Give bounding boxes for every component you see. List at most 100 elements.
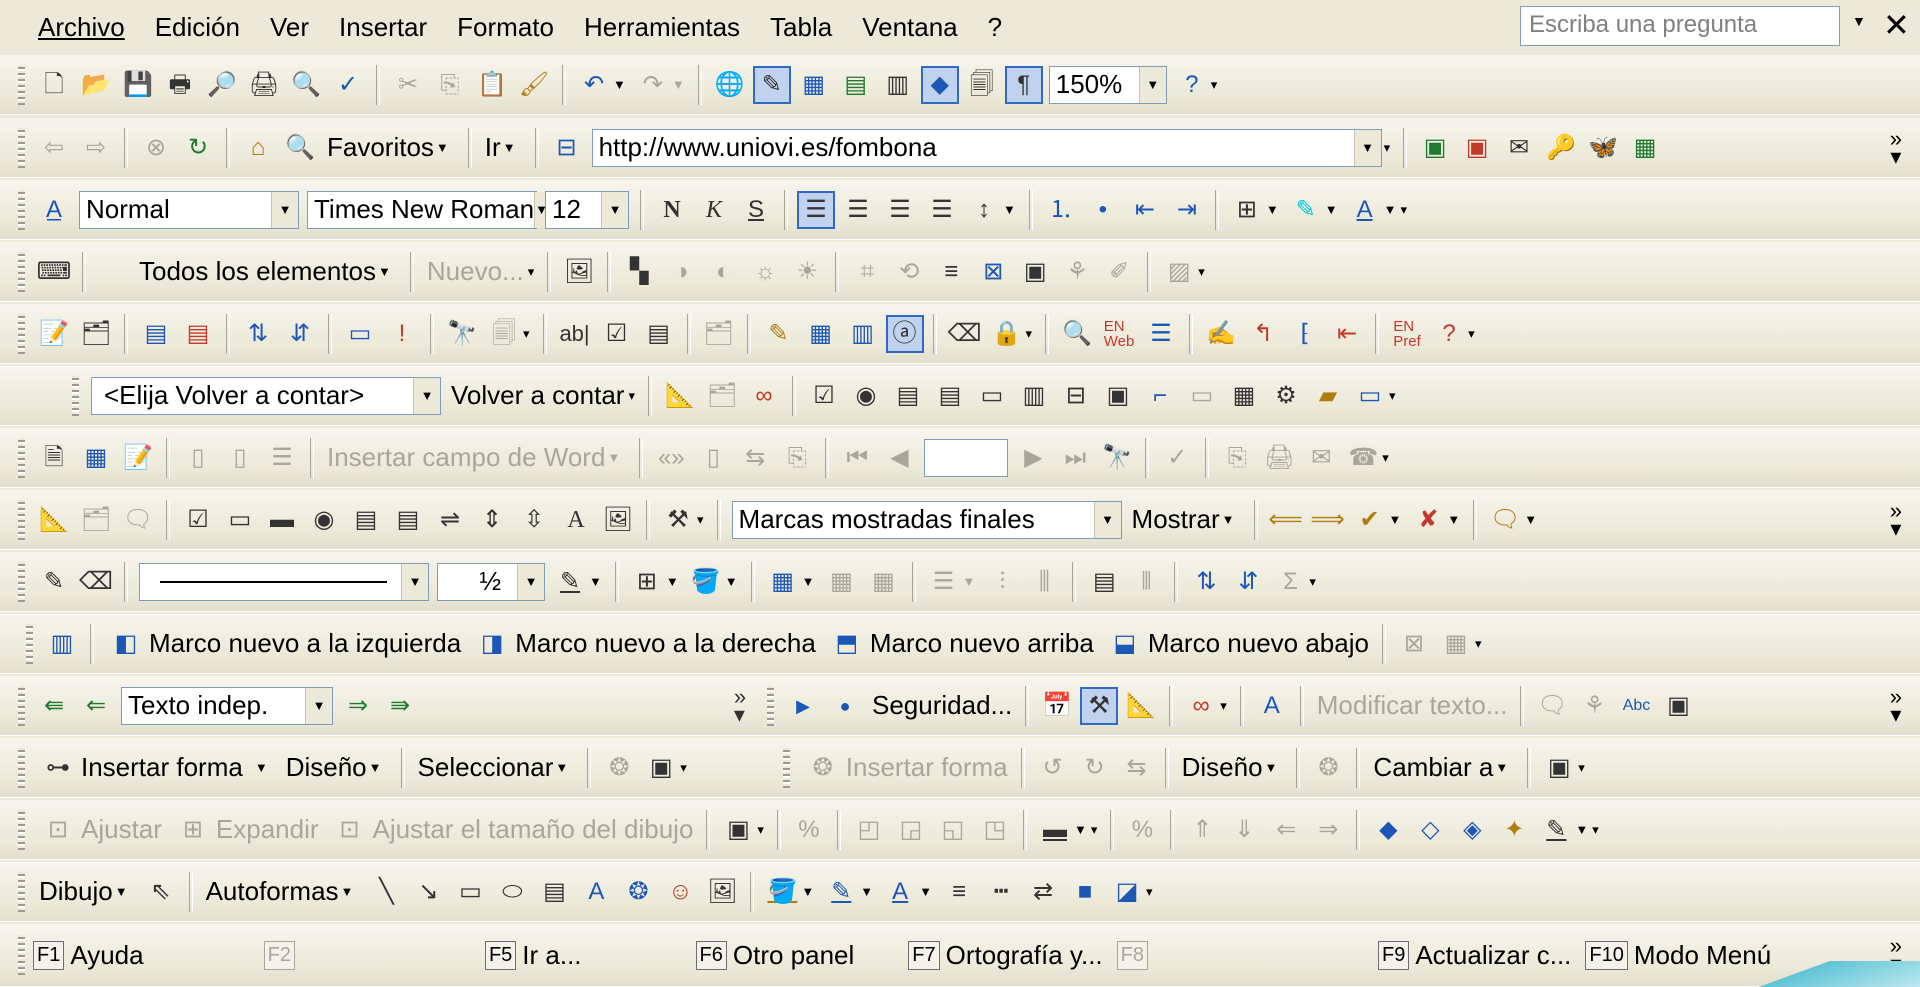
fill-color-icon[interactable]: 🪣: [763, 873, 801, 911]
line-spacing-dropdown-icon[interactable]: ▼: [1003, 202, 1016, 217]
toolbar-options-icon[interactable]: ▾: [1220, 698, 1227, 714]
access-icon[interactable]: 🔑: [1542, 129, 1580, 167]
new-menu[interactable]: Nuevo...: [421, 256, 530, 287]
layout-menu[interactable]: Diseño ▼: [280, 752, 394, 783]
draw-table-icon[interactable]: ✎: [35, 563, 73, 601]
reject-change-icon[interactable]: ✘: [1409, 501, 1447, 539]
back-icon[interactable]: ⇦: [35, 129, 73, 167]
style-dropdown-icon[interactable]: ▼: [271, 191, 298, 228]
insert-table-icon[interactable]: ▦: [764, 563, 802, 601]
line-style-combo[interactable]: ▼: [139, 562, 429, 601]
show-menu[interactable]: Mostrar ▼: [1126, 504, 1247, 535]
protect-form-icon[interactable]: 🔒: [988, 315, 1026, 353]
ask-dropdown-icon[interactable]: ▼: [1852, 13, 1866, 29]
data-form-icon[interactable]: 📝: [35, 315, 73, 353]
print-icon[interactable]: 🖨: [245, 66, 283, 104]
command-button-icon[interactable]: ▰: [1309, 377, 1347, 415]
list-box-icon[interactable]: ▤: [347, 501, 385, 539]
more-brightness-icon[interactable]: ☼: [746, 253, 784, 291]
field-icon[interactable]: ⁅: [1286, 315, 1324, 353]
more-controls-icon[interactable]: ⚙: [1267, 377, 1305, 415]
first-record-icon[interactable]: ⏮: [838, 439, 876, 477]
reset-picture-icon[interactable]: ▨: [1160, 253, 1198, 291]
arrow-icon[interactable]: ↘: [409, 873, 447, 911]
crop-icon[interactable]: ⌗: [848, 253, 886, 291]
properties-icon[interactable]: 🗂: [703, 377, 741, 415]
toolbar-options-icon[interactable]: ▾: [1382, 450, 1389, 466]
search-web-icon[interactable]: 🔍: [281, 129, 319, 167]
insert-table-icon[interactable]: ▦: [795, 66, 833, 104]
permission-icon[interactable]: 🖶: [161, 66, 199, 104]
3d-color-dropdown-icon[interactable]: ▼: [1575, 822, 1588, 837]
outside-border-icon[interactable]: ⊞: [628, 563, 666, 601]
project-icon[interactable]: ▦: [1626, 129, 1664, 167]
add-record-icon[interactable]: ▤: [137, 315, 175, 353]
borders-icon[interactable]: ⊞: [1228, 191, 1266, 229]
toolbar-grip[interactable]: [18, 189, 25, 230]
checkbox-control-icon[interactable]: ☑: [805, 377, 843, 415]
menu-archivo[interactable]: Archivo: [38, 12, 125, 43]
insert-clip-art-icon[interactable]: ☺: [661, 873, 699, 911]
reject-dropdown-icon[interactable]: ▼: [1447, 512, 1460, 527]
toolbar-grip[interactable]: [72, 375, 79, 416]
arrow-style-icon[interactable]: ⇄: [1024, 873, 1062, 911]
form-field-shading-icon[interactable]: ⓐ: [885, 314, 924, 353]
toolbar-options-icon[interactable]: ▾: [528, 264, 535, 280]
insert-wordart-icon[interactable]: A: [577, 873, 615, 911]
match-fields-icon[interactable]: ⇆: [736, 439, 774, 477]
promote-icon[interactable]: ⇐: [77, 687, 115, 725]
color-icon[interactable]: ▚: [620, 253, 658, 291]
mail-icon[interactable]: ✉: [1500, 129, 1538, 167]
oval-icon[interactable]: ⬭: [493, 873, 531, 911]
toolbar-options-icon[interactable]: ▾: [1026, 326, 1033, 342]
autosum-icon[interactable]: Σ: [1271, 563, 1309, 601]
scale-drawing-button[interactable]: ⊡ Ajustar el tamaño del dibujo: [325, 811, 700, 849]
run-macro-icon[interactable]: ▶: [784, 687, 822, 725]
next-record-icon[interactable]: ▶: [1014, 439, 1052, 477]
justify-icon[interactable]: ☰: [923, 191, 961, 229]
recipients-icon[interactable]: 📝: [119, 439, 157, 477]
wordart-vertical-icon[interactable]: Abc: [1617, 687, 1655, 725]
insert-shape-menu-2[interactable]: ❂ Insertar forma: [798, 749, 1014, 787]
tilt-up-icon[interactable]: ⇓: [1225, 811, 1263, 849]
zoom-combo[interactable]: 150% ▼: [1048, 65, 1167, 104]
redo-dropdown-icon[interactable]: ▼: [672, 77, 685, 92]
forward-icon[interactable]: ⇨: [77, 129, 115, 167]
font-color-dropdown-icon[interactable]: ▼: [919, 884, 932, 899]
f8-key-button[interactable]: F8: [1116, 940, 1154, 970]
list-icon[interactable]: ☰: [1142, 315, 1180, 353]
menu-ventana[interactable]: Ventana: [862, 12, 957, 43]
toolbar-options-icon[interactable]: ▾: [1389, 388, 1396, 404]
distribute-columns-icon[interactable]: ⫼: [1025, 563, 1063, 601]
f6-key-button[interactable]: F6 Otro panel: [695, 940, 854, 971]
fit-button[interactable]: ⊡ Ajustar: [33, 811, 168, 849]
frontpage-icon[interactable]: 🦋: [1584, 129, 1622, 167]
label-control-icon[interactable]: A: [557, 501, 595, 539]
insert-merge-fields-icon[interactable]: ☰: [263, 439, 301, 477]
text-wrapping-icon-2[interactable]: ▣: [1540, 749, 1578, 787]
toolbar-grip[interactable]: [18, 809, 25, 850]
spelling-icon[interactable]: ✓: [329, 66, 367, 104]
line-color-icon[interactable]: ✎: [822, 873, 860, 911]
set-transparent-icon[interactable]: ✐: [1100, 253, 1138, 291]
text-box-icon[interactable]: ▤: [535, 873, 573, 911]
new-comment-icon[interactable]: 🗨: [1486, 501, 1524, 539]
tilt-right-icon[interactable]: ⇒: [1309, 811, 1347, 849]
scroll-bar-icon[interactable]: ▥: [1015, 377, 1053, 415]
bullets-icon[interactable]: •: [1084, 191, 1122, 229]
merge-to-printer-icon[interactable]: 🖨: [1260, 439, 1298, 477]
open-folder-icon[interactable]: 📂: [77, 66, 115, 104]
insert-excel-icon[interactable]: ▤: [837, 66, 875, 104]
main-document-setup-icon[interactable]: 🗎: [35, 439, 73, 477]
wordart-icon[interactable]: A: [1253, 687, 1291, 725]
compress-icon[interactable]: ⊠: [974, 253, 1012, 291]
tables-borders-icon[interactable]: ✎: [752, 65, 791, 104]
lighting-icon[interactable]: ◈: [1453, 811, 1491, 849]
shading-dropdown-icon[interactable]: ▼: [725, 574, 738, 589]
all-items-menu[interactable]: Todos los elementos ▼: [133, 256, 403, 287]
form-field-options-icon[interactable]: 🗂: [700, 315, 738, 353]
more-buttons-icon[interactable]: »▾: [1890, 685, 1902, 725]
style-combo[interactable]: Normal ▼: [79, 190, 299, 229]
menu-herramientas[interactable]: Herramientas: [584, 12, 740, 43]
command-button-icon[interactable]: ▬: [263, 501, 301, 539]
